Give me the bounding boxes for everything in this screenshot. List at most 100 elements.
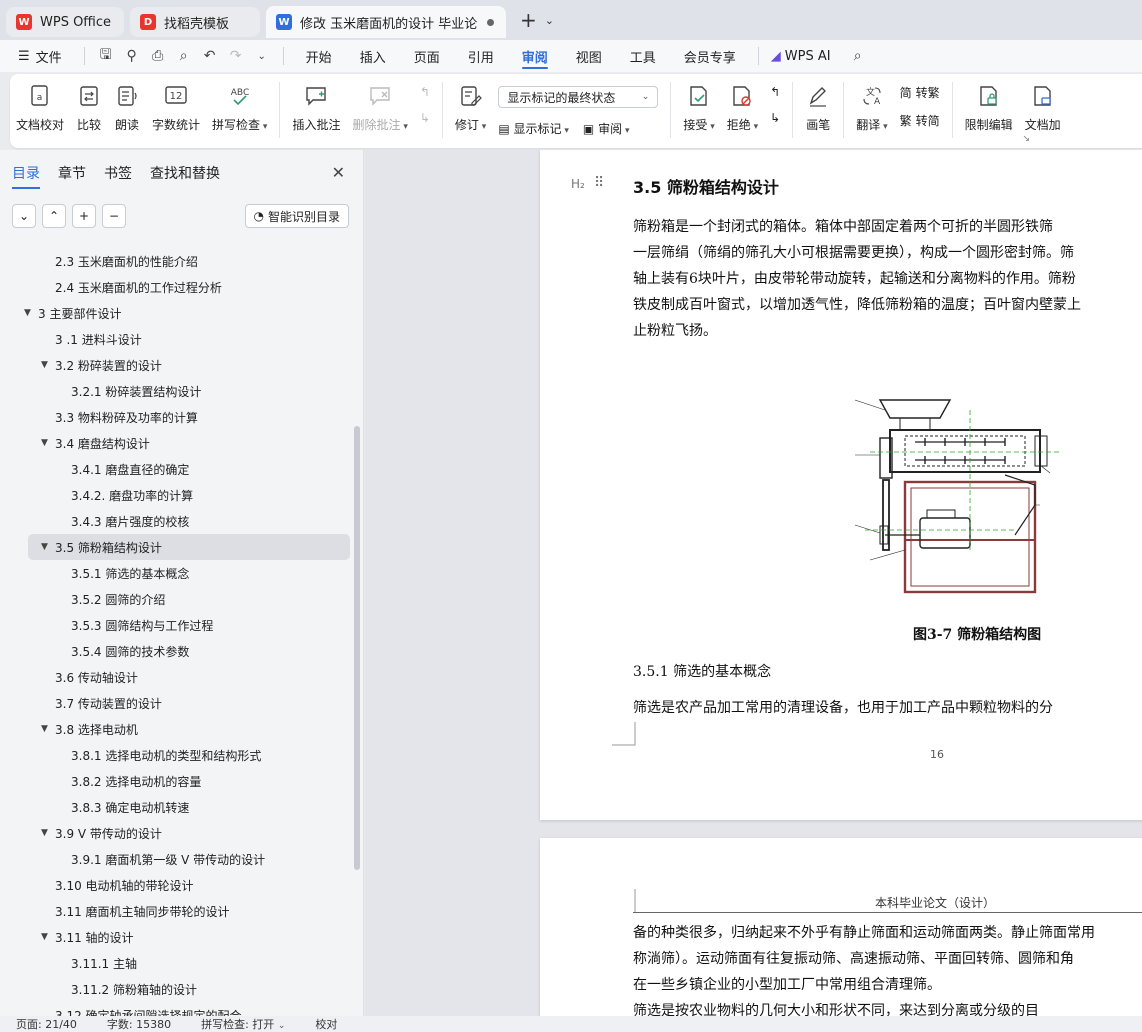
- toc-item[interactable]: 3.5.2 圆筛的介绍: [0, 586, 352, 612]
- prev-comment-button[interactable]: ↰: [420, 82, 430, 102]
- file-menu[interactable]: ☰ 文件: [14, 40, 76, 72]
- toc-item[interactable]: ▼ 3.8 选择电动机: [0, 716, 352, 742]
- prev-change-button[interactable]: ↰: [770, 82, 780, 102]
- save-icon[interactable]: 🖫: [93, 43, 119, 69]
- heading-level-icon[interactable]: H₂: [571, 177, 585, 191]
- next-change-button[interactable]: ↳: [770, 108, 780, 128]
- toc-item[interactable]: 3.11.1 主轴: [0, 950, 352, 976]
- menu-item-references[interactable]: 引用: [454, 40, 508, 72]
- toc-item[interactable]: 3.8.1 选择电动机的类型和结构形式: [0, 742, 352, 768]
- remove-heading-button[interactable]: −: [102, 204, 126, 228]
- compare-button[interactable]: 比较: [70, 82, 108, 133]
- toc-item[interactable]: 3.11.2 筛粉箱轴的设计: [0, 976, 352, 1002]
- toc-item[interactable]: 2.3 玉米磨面机的性能介绍: [0, 248, 352, 274]
- show-markup-button[interactable]: ▤ 显示标记 ▾: [498, 120, 569, 137]
- tab-docer[interactable]: D 找稻壳模板: [130, 7, 260, 37]
- toc-scrollbar[interactable]: [354, 426, 360, 870]
- menu-item-page[interactable]: 页面: [400, 40, 454, 72]
- toc-item[interactable]: 3.4.3 磨片强度的校核: [0, 508, 352, 534]
- spell-check-button[interactable]: ABC 拼写检查 ▾: [206, 82, 273, 133]
- word-count-button[interactable]: 12 字数统计: [146, 82, 206, 133]
- toc-item[interactable]: 2.4 玉米磨面机的工作过程分析: [0, 274, 352, 300]
- proofread-indicator[interactable]: 校对: [315, 1016, 337, 1032]
- restrict-edit-button[interactable]: 限制编辑: [959, 82, 1019, 133]
- review-pane-button[interactable]: ▣ 审阅 ▾: [583, 120, 630, 137]
- reject-button[interactable]: 拒绝 ▾: [721, 82, 764, 133]
- toc-item[interactable]: ▼ 3.5 筛粉箱结构设计: [28, 534, 350, 560]
- collapse-all-button[interactable]: ⌃: [42, 204, 66, 228]
- toc-item[interactable]: 3.6 传动轴设计: [0, 664, 352, 690]
- doc-protect-button[interactable]: 文档加: [1019, 82, 1067, 133]
- new-tab-button[interactable]: + ⌄: [520, 8, 554, 32]
- menu-item-view[interactable]: 视图: [562, 40, 616, 72]
- print-preview-icon[interactable]: ⌕: [171, 43, 197, 69]
- tab-toc[interactable]: 目录: [12, 163, 40, 189]
- print-icon[interactable]: ⎙: [145, 43, 171, 69]
- toc-item[interactable]: 3.5.1 筛选的基本概念: [0, 560, 352, 586]
- expand-arrow-icon[interactable]: ▼: [41, 828, 48, 838]
- expand-arrow-icon[interactable]: ▼: [41, 724, 48, 734]
- ribbon-expand-icon[interactable]: ↘: [1022, 134, 1030, 144]
- pen-button[interactable]: 画笔: [799, 82, 837, 133]
- smart-toc-button[interactable]: ◔ 智能识别目录: [244, 204, 349, 228]
- toc-item[interactable]: 3.8.2 选择电动机的容量: [0, 768, 352, 794]
- toc-item[interactable]: ▼ 3 主要部件设计: [0, 300, 352, 326]
- expand-arrow-icon[interactable]: ▼: [41, 360, 48, 370]
- close-icon[interactable]: ✕: [332, 163, 345, 182]
- track-changes-button[interactable]: 修订 ▾: [449, 82, 492, 133]
- spell-check-indicator[interactable]: 拼写检查: 打开 ⌄: [201, 1016, 285, 1032]
- translate-button[interactable]: 文A 翻译 ▾: [850, 82, 893, 133]
- menu-item-tools[interactable]: 工具: [616, 40, 670, 72]
- tab-sections[interactable]: 章节: [58, 163, 86, 183]
- tab-find-replace[interactable]: 查找和替换: [150, 163, 220, 183]
- insert-comment-button[interactable]: 插入批注: [286, 82, 346, 133]
- document-page[interactable]: H₂ ⠿ 3.5 筛粉箱结构设计 筛粉箱是一个封闭式的箱体。箱体中部固定着两个可…: [540, 150, 1142, 820]
- chevron-down-icon[interactable]: ⌄: [249, 43, 275, 69]
- drag-handle-icon[interactable]: ⠿: [594, 175, 604, 191]
- undo-icon[interactable]: ↶: [197, 43, 223, 69]
- expand-all-button[interactable]: ⌄: [12, 204, 36, 228]
- to-simplified-button[interactable]: 繁转简: [900, 110, 940, 130]
- toc-item[interactable]: 3.4.1 磨盘直径的确定: [0, 456, 352, 482]
- expand-arrow-icon[interactable]: ▼: [41, 438, 48, 448]
- expand-arrow-icon[interactable]: ▼: [41, 542, 48, 552]
- toc-item[interactable]: 3.5.4 圆筛的技术参数: [0, 638, 352, 664]
- toc-item[interactable]: 3.3 物料粉碎及功率的计算: [0, 404, 352, 430]
- wps-ai-button[interactable]: ◢ WPS AI: [767, 40, 845, 72]
- search-icon[interactable]: ⌕: [845, 43, 871, 69]
- share-icon[interactable]: ⚲: [119, 43, 145, 69]
- delete-comment-button[interactable]: 删除批注 ▾: [346, 82, 413, 133]
- read-aloud-button[interactable]: 朗读: [108, 82, 146, 133]
- toc-item[interactable]: 3.7 传动装置的设计: [0, 690, 352, 716]
- toc-item[interactable]: ▼ 3.2 粉碎装置的设计: [0, 352, 352, 378]
- accept-button[interactable]: 接受 ▾: [677, 82, 720, 133]
- toc-item[interactable]: 3.5.3 圆筛结构与工作过程: [0, 612, 352, 638]
- redo-icon[interactable]: ↷: [223, 43, 249, 69]
- menu-item-review[interactable]: 审阅: [508, 40, 562, 72]
- document-page-next[interactable]: 本科毕业论文（设计） 备的种类很多，归纳起来不外乎有静止筛面和运动筛面两类。静止…: [540, 838, 1142, 1016]
- toc-item[interactable]: 3.10 电动机轴的带轮设计: [0, 872, 352, 898]
- toc-item[interactable]: ▼ 3.11 轴的设计: [0, 924, 352, 950]
- markup-mode-select[interactable]: 显示标记的最终状态 ⌄: [498, 86, 659, 108]
- toc-item[interactable]: ▼ 3.4 磨盘结构设计: [0, 430, 352, 456]
- chevron-down-icon[interactable]: ⌄: [545, 14, 554, 27]
- toc-item[interactable]: 3.11 磨面机主轴同步带轮的设计: [0, 898, 352, 924]
- next-comment-button[interactable]: ↳: [420, 108, 430, 128]
- plus-icon[interactable]: +: [520, 8, 537, 32]
- tab-document[interactable]: W 修改 玉米磨面机的设计 毕业论: [266, 6, 506, 38]
- word-count-indicator[interactable]: 字数: 15380: [107, 1016, 171, 1032]
- toc-item[interactable]: ▼ 3.9 V 带传动的设计: [0, 820, 352, 846]
- doc-check-button[interactable]: a 文档校对: [10, 82, 70, 133]
- unsaved-dot-icon[interactable]: [487, 18, 494, 26]
- toc-item[interactable]: 3.8.3 确定电动机转速: [0, 794, 352, 820]
- menu-item-membership[interactable]: 会员专享: [670, 40, 750, 72]
- toc-item[interactable]: 3.12 确定轴承间隙选择规定的配合: [0, 1002, 352, 1017]
- page-indicator[interactable]: 页面: 21/40: [16, 1016, 77, 1032]
- to-traditional-button[interactable]: 简转繁: [900, 82, 940, 102]
- menu-item-insert[interactable]: 插入: [346, 40, 400, 72]
- expand-arrow-icon[interactable]: ▼: [41, 932, 48, 942]
- expand-arrow-icon[interactable]: ▼: [24, 308, 31, 318]
- toc-item[interactable]: 3.4.2. 磨盘功率的计算: [0, 482, 352, 508]
- toc-item[interactable]: 3.2.1 粉碎装置结构设计: [0, 378, 352, 404]
- tab-wps-office[interactable]: W WPS Office: [6, 7, 124, 37]
